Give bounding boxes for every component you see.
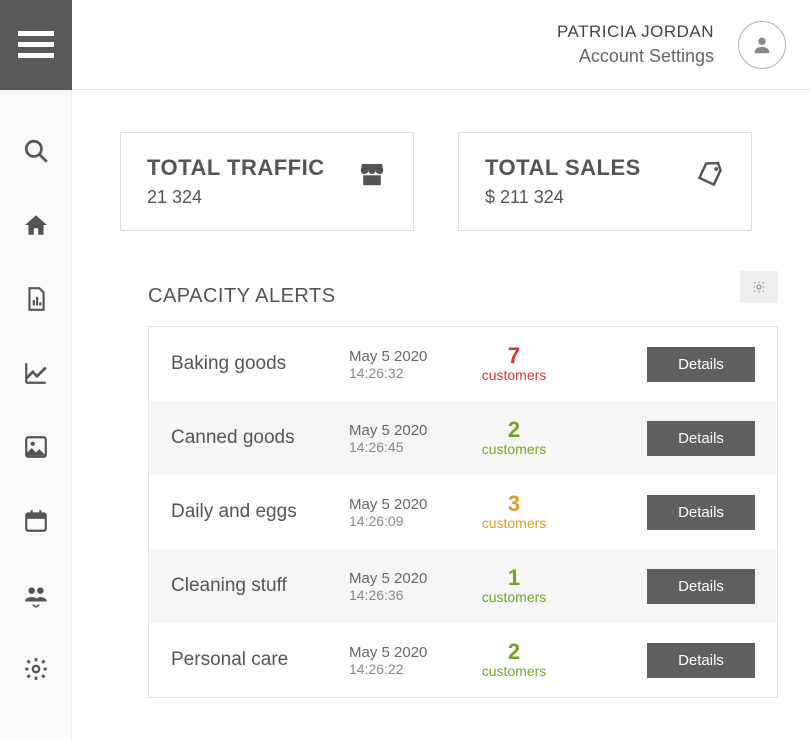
store-icon [357,159,387,194]
account-settings-link[interactable]: Account Settings [557,46,714,67]
sidebar-home[interactable] [21,210,51,240]
user-icon [751,34,773,56]
avatar[interactable] [738,21,786,69]
alert-row: Personal care May 5 202014:26:22 2customer… [149,623,777,697]
alert-timestamp: May 5 202014:26:32 [349,348,459,381]
alert-name: Baking goods [171,353,339,375]
sidebar [0,90,72,739]
alert-customers: 2customers [469,419,559,457]
alert-row: Daily and eggs May 5 202014:26:09 3custome… [149,475,777,549]
details-button[interactable]: Details [647,421,755,456]
sidebar-reports[interactable] [21,284,51,314]
top-bar: PATRICIA JORDAN Account Settings [0,0,810,90]
menu-button[interactable] [0,0,72,90]
sidebar-media[interactable] [21,432,51,462]
file-chart-icon [23,286,49,312]
home-icon [23,212,49,238]
card-value: 21 324 [147,187,325,208]
details-button[interactable]: Details [647,347,755,382]
gear-icon [23,656,49,682]
image-icon [23,434,49,460]
alert-row: Baking goods May 5 202014:26:32 7customers… [149,327,777,401]
details-button[interactable]: Details [647,569,755,604]
user-block[interactable]: PATRICIA JORDAN Account Settings [557,8,714,81]
sidebar-search[interactable] [21,136,51,166]
main-content: TOTAL TRAFFIC 21 324 TOTAL SALES $ 211 3… [72,90,810,739]
hamburger-icon [18,31,54,59]
sidebar-calendar[interactable] [21,506,51,536]
alert-customers: 2customers [469,641,559,679]
alert-row: Canned goods May 5 202014:26:45 2customers… [149,401,777,475]
details-button[interactable]: Details [647,495,755,530]
calendar-icon [23,508,49,534]
alerts-title: CAPACITY ALERTS [148,285,336,308]
alert-timestamp: May 5 202014:26:45 [349,422,459,455]
user-name: PATRICIA JORDAN [557,22,714,42]
alerts-settings-button[interactable] [740,271,778,303]
alert-timestamp: May 5 202014:26:22 [349,644,459,677]
alert-timestamp: May 5 202014:26:09 [349,496,459,529]
alert-name: Daily and eggs [171,501,339,523]
alert-customers: 7customers [469,345,559,383]
alert-timestamp: May 5 202014:26:36 [349,570,459,603]
card-title: TOTAL SALES [485,155,641,181]
sidebar-settings[interactable] [21,654,51,684]
card-title: TOTAL TRAFFIC [147,155,325,181]
card-total-traffic: TOTAL TRAFFIC 21 324 [120,132,414,231]
alert-customers: 3customers [469,493,559,531]
people-icon [23,582,49,608]
alert-name: Canned goods [171,427,339,449]
line-chart-icon [23,360,49,386]
card-value: $ 211 324 [485,187,641,208]
sidebar-people[interactable] [21,580,51,610]
details-button[interactable]: Details [647,643,755,678]
alerts-list: Baking goods May 5 202014:26:32 7customers… [148,326,778,698]
tag-icon [695,159,725,194]
alert-name: Personal care [171,649,339,671]
card-total-sales: TOTAL SALES $ 211 324 [458,132,752,231]
search-icon [23,138,49,164]
alert-customers: 1customers [469,567,559,605]
alert-name: Cleaning stuff [171,575,339,597]
alert-row: Cleaning stuff May 5 202014:26:36 1custome… [149,549,777,623]
sidebar-analytics[interactable] [21,358,51,388]
gear-icon [751,279,767,295]
